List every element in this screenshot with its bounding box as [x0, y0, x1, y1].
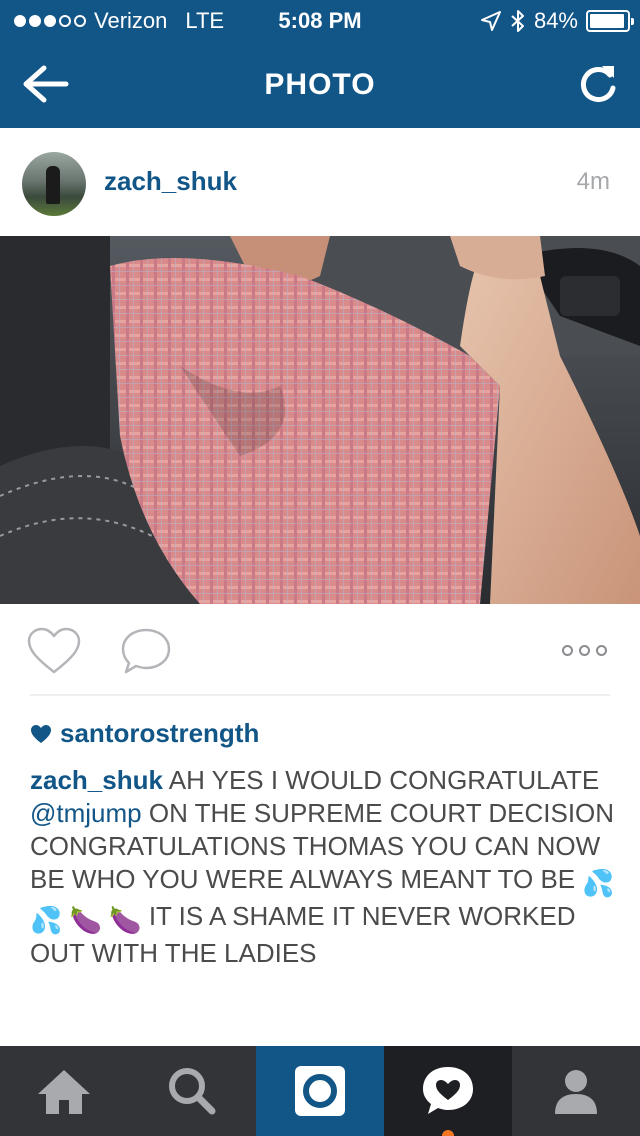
nav-bar: PHOTO — [0, 40, 640, 128]
eggplant-emoji: 🍆 — [109, 905, 142, 935]
notification-dot — [442, 1130, 454, 1136]
caption-text: AH YES I WOULD CONGRATULATE — [162, 765, 600, 795]
battery-icon — [586, 10, 634, 32]
tab-search[interactable] — [128, 1046, 256, 1136]
status-right: 84% — [480, 8, 634, 34]
eggplant-emoji: 🍆 — [69, 905, 102, 935]
activity-heart-icon — [423, 1067, 473, 1114]
sweat-droplets-emoji: 💦 — [582, 868, 615, 898]
divider — [30, 694, 610, 696]
comment-bubble-icon[interactable] — [120, 626, 172, 676]
tab-camera[interactable] — [256, 1046, 384, 1136]
likes-row: santorostrength — [30, 718, 259, 749]
post-header: zach_shuk 4m — [0, 128, 640, 236]
caption-mention[interactable]: @tmjump — [30, 798, 142, 828]
post-caption: zach_shuk AH YES I WOULD CONGRATULATE @t… — [30, 764, 620, 970]
avatar[interactable] — [22, 152, 86, 216]
post-photo[interactable] — [0, 236, 640, 604]
search-icon — [169, 1068, 216, 1115]
tab-home[interactable] — [0, 1046, 128, 1136]
page-title: PHOTO — [264, 68, 376, 101]
status-bar: Verizon LTE 5:08 PM 84% — [0, 0, 640, 40]
tab-bar — [0, 1046, 640, 1136]
profile-icon — [555, 1070, 597, 1114]
post-actions — [0, 604, 640, 696]
caption-username[interactable]: zach_shuk — [30, 765, 163, 795]
post-username[interactable]: zach_shuk — [104, 166, 237, 197]
bluetooth-icon — [511, 10, 524, 32]
liker-username[interactable]: santorostrength — [60, 718, 259, 749]
location-arrow-icon — [480, 11, 501, 31]
battery-percent: 84% — [533, 8, 578, 33]
sweat-droplets-emoji: 💦 — [30, 905, 63, 935]
tab-profile[interactable] — [512, 1046, 640, 1136]
post-time: 4m — [576, 168, 610, 195]
heart-filled-icon — [31, 724, 51, 743]
tab-activity[interactable] — [384, 1046, 512, 1136]
camera-icon — [295, 1066, 345, 1116]
refresh-icon[interactable] — [576, 62, 620, 106]
top-bar: Verizon LTE 5:08 PM 84% PHOTO — [0, 0, 640, 128]
heart-outline-icon[interactable] — [26, 626, 82, 676]
more-dots-icon[interactable] — [562, 640, 612, 660]
home-icon — [38, 1070, 90, 1114]
